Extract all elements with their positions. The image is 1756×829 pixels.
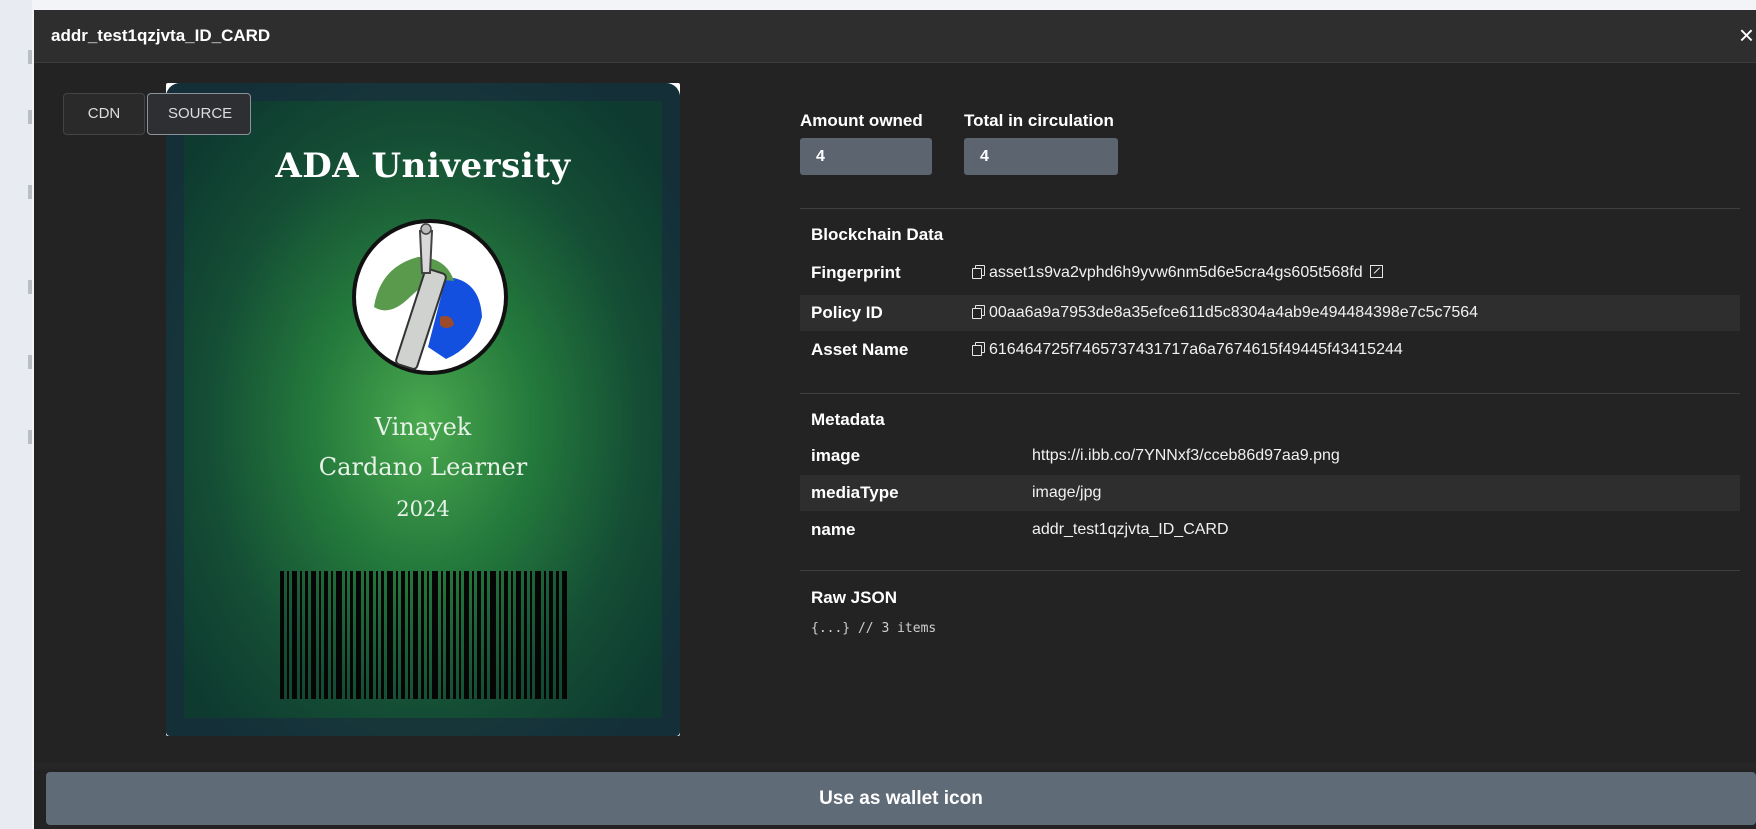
card-person-name: Vinayek <box>374 413 472 441</box>
card-avatar-icon <box>352 219 508 375</box>
image-source-source-button[interactable]: SOURCE <box>147 93 251 135</box>
fingerprint-key: Fingerprint <box>811 263 901 282</box>
circulation-value: 4 <box>964 138 1118 175</box>
use-as-wallet-icon-button[interactable]: Use as wallet icon <box>46 772 1756 825</box>
policy-id-value: 00aa6a9a7953de8a35efce611d5c8304a4ab9e49… <box>972 304 1478 322</box>
asset-name-row: Asset Name 616464725f7465737431717a6a767… <box>800 332 1740 368</box>
token-detail-modal: addr_test1qzjvta_ID_CARD × ADA Universit… <box>34 10 1756 829</box>
copy-icon[interactable] <box>972 305 985 319</box>
external-link-icon[interactable] <box>1369 265 1383 278</box>
metadata-key: image <box>811 446 861 465</box>
asset-name-text: 616464725f7465737431717a6a7674615f49445f… <box>989 341 1403 358</box>
modal-title: addr_test1qzjvta_ID_CARD <box>51 26 271 45</box>
metadata-title: Metadata <box>811 410 885 429</box>
fingerprint-text[interactable]: asset1s9va2vphd6h9yvw6nm5d6e5cra4gs605t5… <box>989 264 1363 281</box>
metadata-value: https://i.ibb.co/7YNNxf3/cceb86d97aa9.pn… <box>1032 447 1340 464</box>
fingerprint-value: asset1s9va2vphd6h9yvw6nm5d6e5cra4gs605t5… <box>972 264 1383 282</box>
modal-titlebar: addr_test1qzjvta_ID_CARD × <box>34 10 1756 63</box>
metadata-key: name <box>811 520 856 539</box>
amount-owned-label: Amount owned <box>800 111 923 130</box>
metadata-row-image: image https://i.ibb.co/7YNNxf3/cceb86d97… <box>800 438 1740 474</box>
metadata-key: mediaType <box>811 483 899 502</box>
policy-id-key: Policy ID <box>811 303 883 322</box>
policy-id-text: 00aa6a9a7953de8a35efce611d5c8304a4ab9e49… <box>989 304 1479 321</box>
footer-separator <box>34 762 1756 769</box>
copy-icon[interactable] <box>972 342 985 356</box>
policy-id-row: Policy ID 00aa6a9a7953de8a35efce611d5c83… <box>800 295 1740 331</box>
raw-json-title: Raw JSON <box>811 588 897 607</box>
metadata-value: image/jpg <box>1032 484 1102 501</box>
barcode-icon <box>280 571 567 699</box>
metadata-value: addr_test1qzjvta_ID_CARD <box>1032 521 1229 538</box>
section-divider <box>800 393 1740 394</box>
metadata-row-mediatype: mediaType image/jpg <box>800 475 1740 511</box>
image-source-cdn-button[interactable]: CDN <box>63 93 145 135</box>
circulation-label: Total in circulation <box>964 111 1114 130</box>
asset-name-key: Asset Name <box>811 340 909 359</box>
amount-owned-value: 4 <box>800 138 932 175</box>
section-divider <box>800 570 1740 571</box>
raw-json-collapsed[interactable]: {...} // 3 items <box>811 621 936 636</box>
card-person-role: Cardano Learner <box>318 453 528 481</box>
section-divider <box>800 208 1740 209</box>
close-icon[interactable]: × <box>1739 21 1754 49</box>
card-year: 2024 <box>396 497 450 521</box>
copy-icon[interactable] <box>972 265 985 279</box>
fingerprint-row: Fingerprint asset1s9va2vphd6h9yvw6nm5d6e… <box>800 255 1740 291</box>
asset-name-value: 616464725f7465737431717a6a7674615f49445f… <box>972 341 1403 359</box>
card-university-title: ADA University <box>275 146 571 186</box>
blockchain-data-title: Blockchain Data <box>811 225 944 244</box>
nft-image: ADA University Vinayek Cardano Learner 2… <box>166 83 680 736</box>
metadata-row-name: name addr_test1qzjvta_ID_CARD <box>800 512 1740 548</box>
background-page-edge <box>0 0 32 829</box>
